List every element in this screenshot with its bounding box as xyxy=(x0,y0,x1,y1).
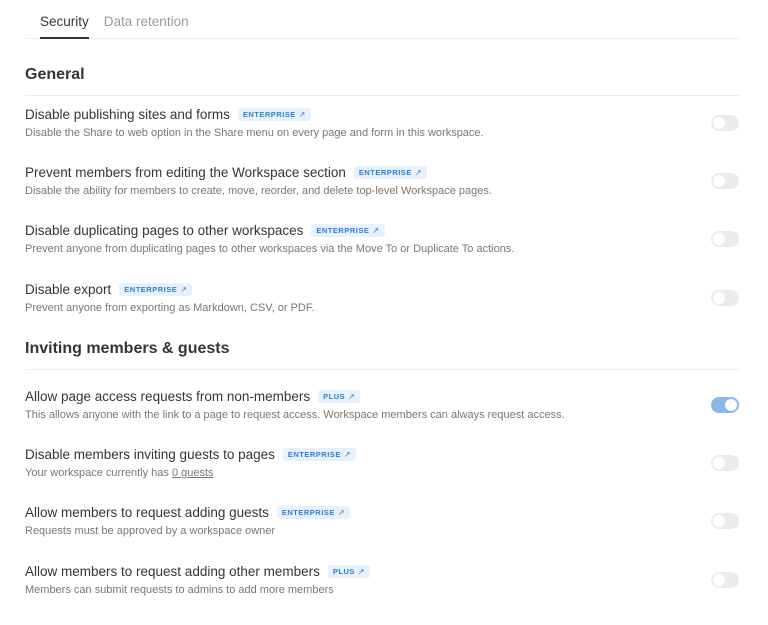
toggle-request-adding-members[interactable] xyxy=(711,572,739,588)
tab-data-retention[interactable]: Data retention xyxy=(104,14,189,38)
toggle-disable-publishing[interactable] xyxy=(711,115,739,131)
arrow-up-right-icon: ↗ xyxy=(298,109,306,119)
setting-title: Disable duplicating pages to other works… xyxy=(25,222,304,238)
enterprise-badge[interactable]: ENTERPRISE ↗ xyxy=(119,282,193,296)
setting-row-disable-publishing: Disable publishing sites and forms ENTER… xyxy=(25,105,739,145)
toggle-knob xyxy=(713,457,725,469)
toggle-knob xyxy=(713,292,725,304)
setting-title: Disable members inviting guests to pages xyxy=(25,446,275,462)
setting-row-page-access-requests: Allow page access requests from non-memb… xyxy=(25,387,739,427)
setting-description: This allows anyone with the link to a pa… xyxy=(25,409,565,421)
arrow-up-right-icon: ↗ xyxy=(372,225,380,235)
setting-row-prevent-editing-workspace: Prevent members from editing the Workspa… xyxy=(25,163,739,203)
toggle-knob xyxy=(713,233,725,245)
toggle-prevent-editing-workspace[interactable] xyxy=(711,173,739,189)
toggle-knob xyxy=(725,399,737,411)
plus-badge[interactable]: PLUS ↗ xyxy=(327,564,371,578)
setting-title: Allow members to request adding guests xyxy=(25,504,269,520)
toggle-disable-export[interactable] xyxy=(711,290,739,306)
setting-title: Prevent members from editing the Workspa… xyxy=(25,164,346,180)
setting-title: Disable publishing sites and forms xyxy=(25,106,230,122)
setting-description: Prevent anyone from duplicating pages to… xyxy=(25,243,515,255)
setting-description: Disable the Share to web option in the S… xyxy=(25,127,484,139)
setting-title: Allow page access requests from non-memb… xyxy=(25,388,311,404)
setting-description: Requests must be approved by a workspace… xyxy=(25,525,276,537)
arrow-up-right-icon: ↗ xyxy=(348,391,356,401)
toggle-disable-duplicating[interactable] xyxy=(711,231,739,247)
enterprise-badge[interactable]: ENTERPRISE ↗ xyxy=(311,223,385,237)
setting-title: Disable export xyxy=(25,281,112,297)
arrow-up-right-icon: ↗ xyxy=(337,507,346,517)
tab-bar: Security Data retention xyxy=(25,0,739,39)
toggle-knob xyxy=(713,515,725,527)
enterprise-badge[interactable]: ENTERPRISE ↗ xyxy=(353,165,428,179)
setting-row-request-adding-guests: Allow members to request adding guests E… xyxy=(25,503,739,543)
section-title-general: General xyxy=(25,66,739,96)
toggle-request-adding-guests[interactable] xyxy=(711,513,739,529)
setting-description: Prevent anyone from exporting as Markdow… xyxy=(25,302,315,314)
tab-security[interactable]: Security xyxy=(40,14,89,39)
setting-description: Disable the ability for members to creat… xyxy=(25,185,492,197)
toggle-knob xyxy=(713,117,725,129)
setting-description: Members can submit requests to admins to… xyxy=(25,584,334,596)
toggle-knob xyxy=(713,175,725,187)
toggle-knob xyxy=(713,574,725,586)
setting-row-disable-inviting-guests: Disable members inviting guests to pages… xyxy=(25,445,739,485)
arrow-up-right-icon: ↗ xyxy=(180,284,188,294)
plus-badge[interactable]: PLUS ↗ xyxy=(318,389,361,403)
enterprise-badge[interactable]: ENTERPRISE ↗ xyxy=(276,505,351,519)
section-title-inviting-members: Inviting members & guests xyxy=(25,340,739,370)
arrow-up-right-icon: ↗ xyxy=(414,167,423,177)
enterprise-badge[interactable]: ENTERPRISE ↗ xyxy=(237,107,311,121)
toggle-page-access-requests[interactable] xyxy=(711,397,739,413)
toggle-disable-inviting-guests[interactable] xyxy=(711,455,739,471)
arrow-up-right-icon: ↗ xyxy=(357,566,366,576)
arrow-up-right-icon: ↗ xyxy=(343,449,352,459)
guests-link[interactable]: 0 guests xyxy=(172,467,214,479)
setting-description: Your workspace currently has 0 guests xyxy=(25,467,214,479)
setting-row-disable-duplicating: Disable duplicating pages to other works… xyxy=(25,221,739,261)
setting-title: Allow members to request adding other me… xyxy=(25,563,320,579)
setting-row-disable-export: Disable export ENTERPRISE ↗ Prevent anyon… xyxy=(25,280,739,320)
setting-row-request-adding-members: Allow members to request adding other me… xyxy=(25,562,739,602)
enterprise-badge[interactable]: ENTERPRISE ↗ xyxy=(282,447,357,461)
